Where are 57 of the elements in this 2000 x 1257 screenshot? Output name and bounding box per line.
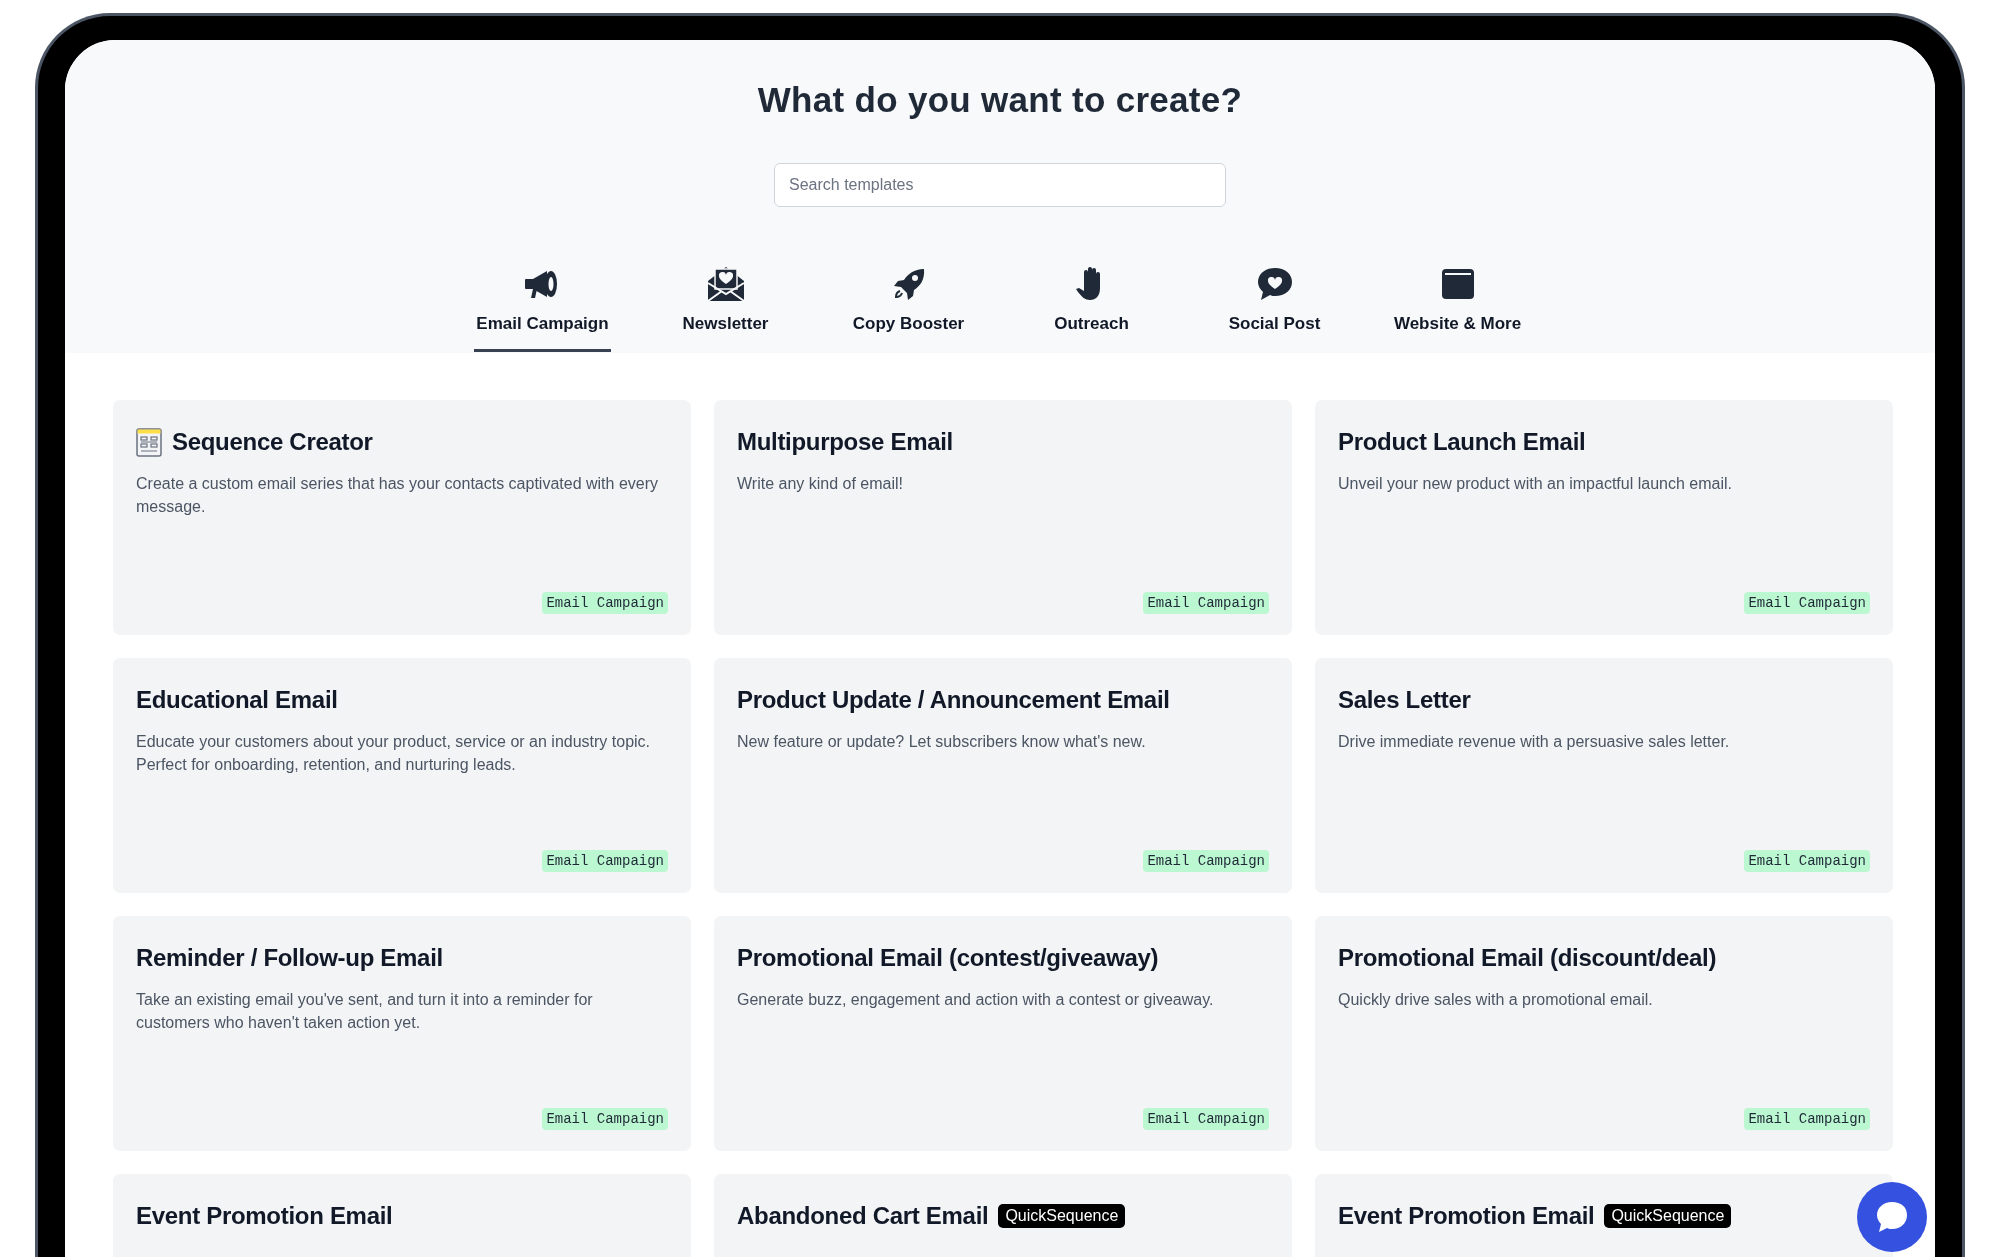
category-tab[interactable]: Newsletter	[657, 262, 794, 352]
category-tag: Email Campaign	[1744, 1108, 1870, 1130]
card-description: Create a custom email series that has your contacts captivated with every message.	[136, 474, 659, 517]
template-card[interactable]: Event Promotion Email	[113, 1174, 691, 1257]
card-description: Generate buzz, engagement and action with a contest or giveaway.	[737, 990, 1215, 1010]
card-description: Write any kind of email!	[737, 474, 904, 494]
template-card[interactable]: Sales Letter Drive immediate revenue with a persuasive sales letter. Email Campaign	[1315, 658, 1893, 893]
template-card[interactable]: Event Promotion Email QuickSequence	[1315, 1174, 1893, 1257]
search-field[interactable]: Search templates	[774, 163, 1226, 207]
category-tab[interactable]: Email Campaign	[474, 262, 611, 352]
category-tab[interactable]: Social Post	[1206, 262, 1343, 352]
category-tag: Email Campaign	[1143, 592, 1269, 614]
quicksequence-badge: QuickSequence	[1604, 1204, 1732, 1228]
card-title: Reminder / Follow-up Email	[136, 944, 443, 972]
category-tag: Email Campaign	[1143, 1108, 1269, 1130]
card-description: Take an existing email you've sent, and turn it into a reminder for customers who haven't taken action yet.	[136, 990, 594, 1033]
template-card[interactable]: Sequence Creator Create a custom email series that has your contacts captivated with every message. Email Campaign	[113, 400, 691, 635]
template-card[interactable]: Promotional Email (discount/deal) Quickly drive sales with a promotional email. Email Campaign	[1315, 916, 1893, 1151]
card-description: Drive immediate revenue with a persuasive sales letter.	[1338, 732, 1731, 752]
rocket-icon	[891, 267, 926, 301]
card-title: Sequence Creator	[172, 428, 373, 456]
category-tag: Email Campaign	[542, 850, 668, 872]
card-description: Educate your customers about your product, service or an industry topic. Perfect for onboarding, retention, and nurturing leads.	[136, 732, 652, 775]
card-title: Event Promotion Email	[136, 1202, 393, 1230]
category-tab[interactable]: Outreach	[1023, 262, 1160, 352]
template-card[interactable]: Multipurpose Email Write any kind of email! Email Campaign	[714, 400, 1292, 635]
template-card[interactable]: Reminder / Follow-up Email Take an existing email you've sent, and turn it into a reminder for customers who haven't taken action yet. Email Campaign	[113, 916, 691, 1151]
category-tag: Email Campaign	[1744, 592, 1870, 614]
category-tab[interactable]: Website & More	[1389, 262, 1526, 352]
page-title: What do you want to create?	[757, 80, 1243, 120]
template-card[interactable]: Educational Email Educate your customers about your product, service or an industry topic. Perfect for onboarding, retention, and nurturing leads. Email Campaign	[113, 658, 691, 893]
card-description: Quickly drive sales with a promotional email.	[1338, 990, 1654, 1010]
speech-bubble-heart-icon	[1255, 266, 1294, 302]
category-tag: Email Campaign	[542, 1108, 668, 1130]
card-title: Product Launch Email	[1338, 428, 1586, 456]
window-icon	[1440, 268, 1475, 300]
chat-icon	[1875, 1200, 1909, 1234]
card-title: Abandoned Cart Email	[737, 1202, 989, 1230]
category-tag: Email Campaign	[542, 592, 668, 614]
template-card[interactable]: Product Launch Email Unveil your new product with an impactful launch email. Email Campaign	[1315, 400, 1893, 635]
category-tab[interactable]: Copy Booster	[840, 262, 977, 352]
template-card[interactable]: Promotional Email (contest/giveaway) Generate buzz, engagement and action with a contest or giveaway. Email Campaign	[714, 916, 1292, 1151]
card-title: Promotional Email (contest/giveaway)	[737, 944, 1159, 972]
card-title: Sales Letter	[1338, 686, 1471, 714]
card-title: Educational Email	[136, 686, 338, 714]
card-title: Promotional Email (discount/deal)	[1338, 944, 1717, 972]
card-description: Unveil your new product with an impactful launch email.	[1338, 474, 1733, 494]
category-tag: Email Campaign	[1143, 850, 1269, 872]
template-card[interactable]: Product Update / Announcement Email New feature or update? Let subscribers know what's new. Email Campaign	[714, 658, 1292, 893]
category-tag: Email Campaign	[1744, 850, 1870, 872]
card-title: Product Update / Announcement Email	[737, 686, 1170, 714]
card-title: Event Promotion Email	[1338, 1202, 1595, 1230]
card-title: Multipurpose Email	[737, 428, 953, 456]
envelope-heart-icon	[706, 265, 745, 303]
card-description: New feature or update? Let subscribers know what's new.	[737, 732, 1147, 752]
template-card[interactable]: Abandoned Cart Email QuickSequence	[714, 1174, 1292, 1257]
quicksequence-badge: QuickSequence	[998, 1204, 1126, 1228]
